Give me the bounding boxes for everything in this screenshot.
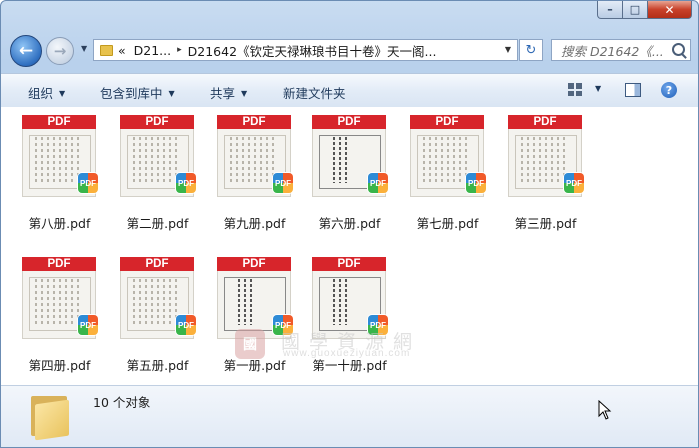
include-in-library-button[interactable]: 包含到库中 ▼ [100,83,175,102]
pdf-banner: PDF [120,115,194,129]
breadcrumb-separator-icon[interactable]: ▸ [177,45,182,55]
refresh-icon: ↻ [525,42,537,58]
pdf-thumbnail: PDF PDF [217,115,293,207]
chevron-down-icon: ▼ [59,89,66,98]
pdf-file-icon: PDF [273,173,293,193]
maximize-button[interactable]: □ [623,1,648,19]
file-list: PDF PDF 第八册.pdf PDF PDF 第二册.pdf PDF PDF 第九册.pdf P… [1,107,698,385]
file-name: 第五册.pdf [126,358,189,373]
file-name: 第七册.pdf [416,216,479,231]
pdf-banner: PDF [22,257,96,271]
file-name: 第四册.pdf [28,358,91,373]
search-icon[interactable] [672,43,685,56]
pdf-thumbnail: PDF PDF [22,115,98,207]
view-options-icon[interactable] [568,83,582,96]
organize-button[interactable]: 组织 ▼ [28,83,65,102]
pdf-file-icon: PDF [176,315,196,335]
share-label: 共享 [210,86,236,101]
file-name: 第六册.pdf [318,216,381,231]
back-arrow-icon: ← [18,41,34,61]
caption-buttons: – □ ✕ [597,1,692,19]
pdf-file-icon: PDF [564,173,584,193]
file-name: 第九册.pdf [223,216,286,231]
address-bar[interactable]: « D21... ▸ D21642《钦定天禄琳琅书目十卷》天一阁... ▼ [93,39,518,61]
breadcrumb-item-parent[interactable]: D21... [134,43,171,58]
breadcrumb-overflow[interactable]: « [118,43,126,58]
view-dropdown-icon[interactable]: ▼ [595,84,601,93]
pdf-file-icon: PDF [368,173,388,193]
chevron-down-icon: ▼ [168,89,175,98]
file-name: 第二册.pdf [126,216,189,231]
pdf-banner: PDF [410,115,484,129]
navigation-bar: ← → ▼ « D21... ▸ D21642《钦定天禄琳琅书目十卷》天一阁..… [1,35,698,67]
pdf-banner: PDF [312,115,386,129]
pdf-thumbnail: PDF PDF [410,115,486,207]
pdf-thumbnail: PDF PDF [312,115,388,207]
refresh-button[interactable]: ↻ [519,39,543,61]
pdf-file-icon: PDF [78,173,98,193]
forward-arrow-icon: → [53,42,67,60]
pdf-file-icon: PDF [466,173,486,193]
pdf-banner: PDF [217,115,291,129]
back-button[interactable]: ← [10,35,42,67]
file-name: 第三册.pdf [514,216,577,231]
pdf-banner: PDF [120,257,194,271]
watermark-url: www.guoxueziyuan.com [283,348,411,359]
item-count: 10 个对象 [93,395,151,410]
preview-pane-icon[interactable] [625,83,641,97]
minimize-button[interactable]: – [597,1,623,19]
pdf-thumbnail: PDF PDF [508,115,584,207]
forward-button[interactable]: → [46,37,74,65]
share-button[interactable]: 共享 ▼ [210,83,247,102]
chevron-down-icon: ▼ [241,89,248,98]
organize-label: 组织 [28,86,54,101]
pdf-banner: PDF [22,115,96,129]
recent-pages-dropdown[interactable]: ▼ [81,44,87,53]
pdf-banner: PDF [217,257,291,271]
folder-icon [31,392,71,441]
details-pane: 10 个对象 [1,385,698,447]
new-folder-button[interactable]: 新建文件夹 [283,83,346,102]
breadcrumb-item-current[interactable]: D21642《钦定天禄琳琅书目十卷》天一阁... [188,41,437,60]
pdf-banner: PDF [312,257,386,271]
watermark: 國 國學資源網 www.guoxueziyuan.com [235,329,475,359]
address-dropdown-icon[interactable]: ▼ [505,45,511,54]
help-icon[interactable]: ? [661,82,677,98]
file-name: 第八册.pdf [28,216,91,231]
pdf-file-icon: PDF [176,173,196,193]
command-bar: 组织 ▼ 包含到库中 ▼ 共享 ▼ 新建文件夹 ▼ ? [1,73,698,108]
minimize-icon: – [607,3,613,16]
folder-icon [100,44,113,56]
search-input[interactable]: 搜索 D21642《... [551,39,691,61]
pdf-thumbnail: PDF PDF [120,257,196,349]
search-placeholder: 搜索 D21642《... [561,43,664,59]
watermark-seal: 國 [235,329,265,359]
pdf-thumbnail: PDF PDF [22,257,98,349]
include-in-library-label: 包含到库中 [100,86,163,101]
pdf-thumbnail: PDF PDF [120,115,196,207]
pdf-banner: PDF [508,115,582,129]
maximize-icon: □ [629,3,641,16]
pdf-file-icon: PDF [78,315,98,335]
close-icon: ✕ [664,2,675,17]
close-button[interactable]: ✕ [648,1,692,19]
explorer-window: – □ ✕ ← → ▼ « D21... ▸ D21642《钦定天禄琳琅书目十卷… [0,0,699,448]
